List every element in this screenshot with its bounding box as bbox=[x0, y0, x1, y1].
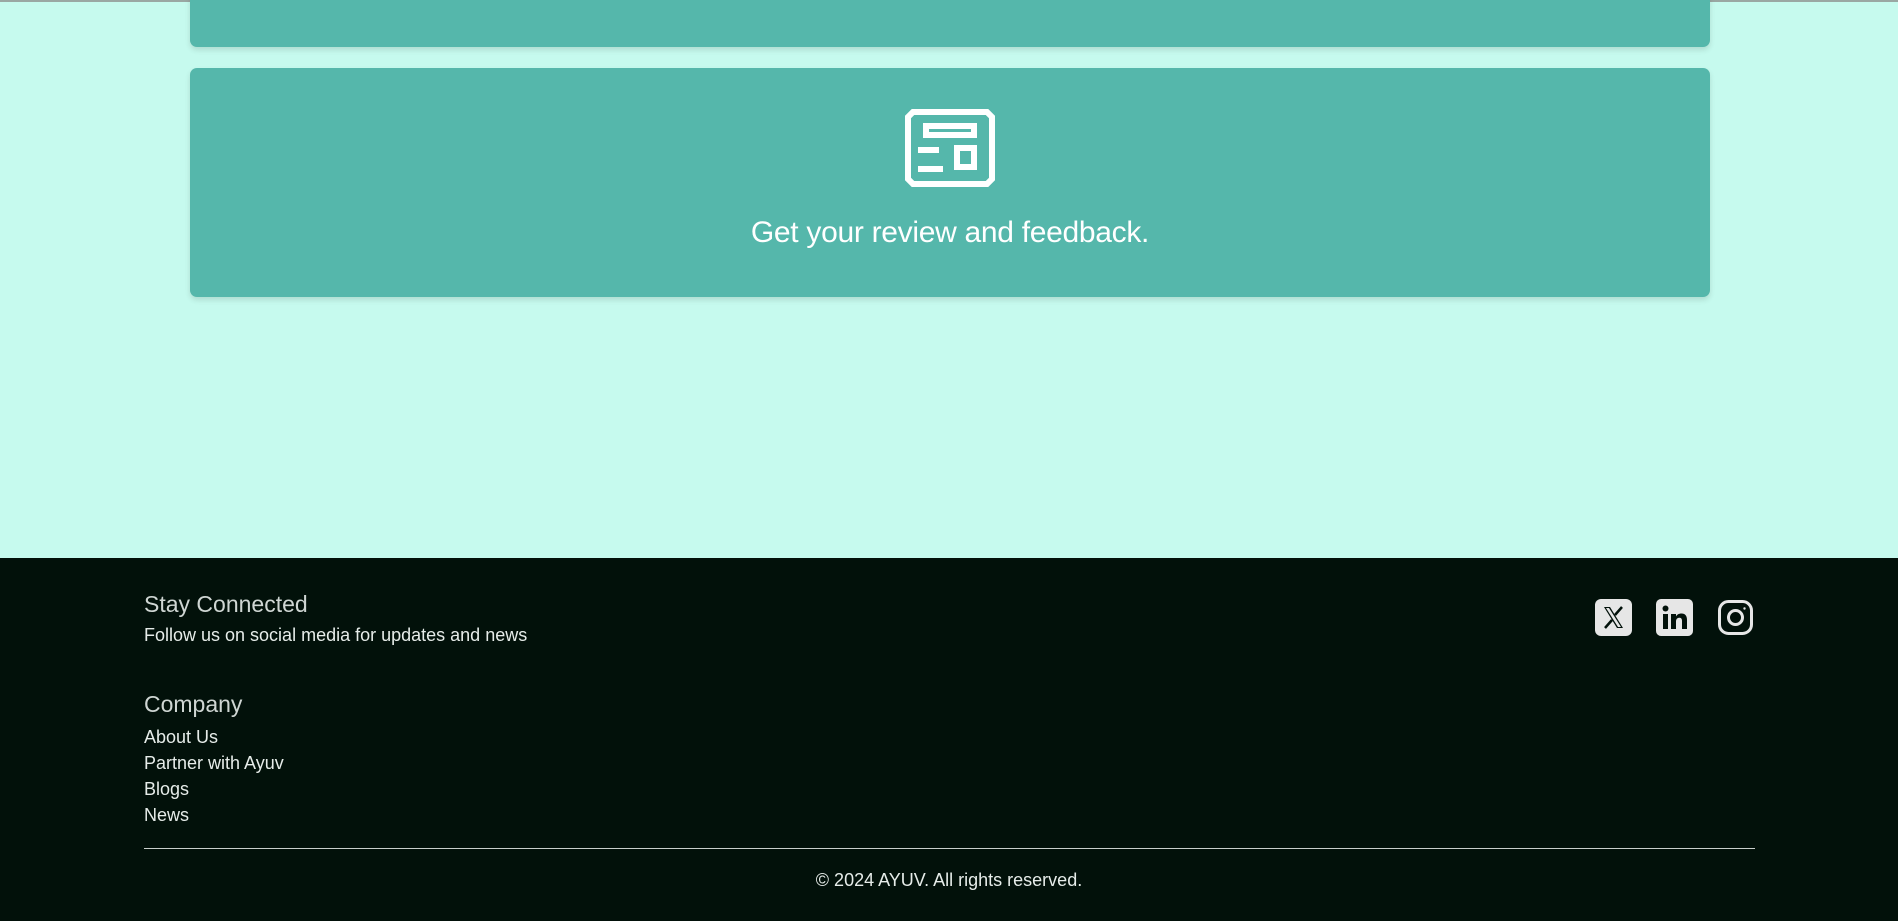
company-title: Company bbox=[144, 691, 243, 717]
social-links bbox=[1595, 599, 1754, 636]
footer-link-news[interactable]: News bbox=[144, 802, 284, 828]
linkedin-icon[interactable] bbox=[1656, 599, 1693, 636]
company-links: About Us Partner with Ayuv Blogs News bbox=[144, 724, 284, 828]
copyright-text: © 2024 AYUV. All rights reserved. bbox=[815, 870, 1083, 890]
site-footer: Stay Connected Follow us on social media… bbox=[0, 558, 1898, 921]
footer-link-about-us[interactable]: About Us bbox=[144, 724, 284, 750]
stay-connected-subtitle: Follow us on social media for updates an… bbox=[144, 625, 528, 645]
instagram-icon[interactable] bbox=[1717, 599, 1754, 636]
stay-connected-title: Stay Connected bbox=[144, 591, 308, 617]
feature-card-review: Get your review and feedback. bbox=[190, 68, 1710, 297]
footer-link-partner[interactable]: Partner with Ayuv bbox=[144, 750, 284, 776]
x-twitter-icon[interactable] bbox=[1595, 599, 1632, 636]
card-title: Get your review and feedback. bbox=[750, 216, 1150, 249]
feature-card-previous bbox=[190, 0, 1710, 47]
footer-link-blogs[interactable]: Blogs bbox=[144, 776, 284, 802]
newspaper-icon bbox=[905, 109, 995, 187]
footer-divider bbox=[144, 848, 1755, 849]
